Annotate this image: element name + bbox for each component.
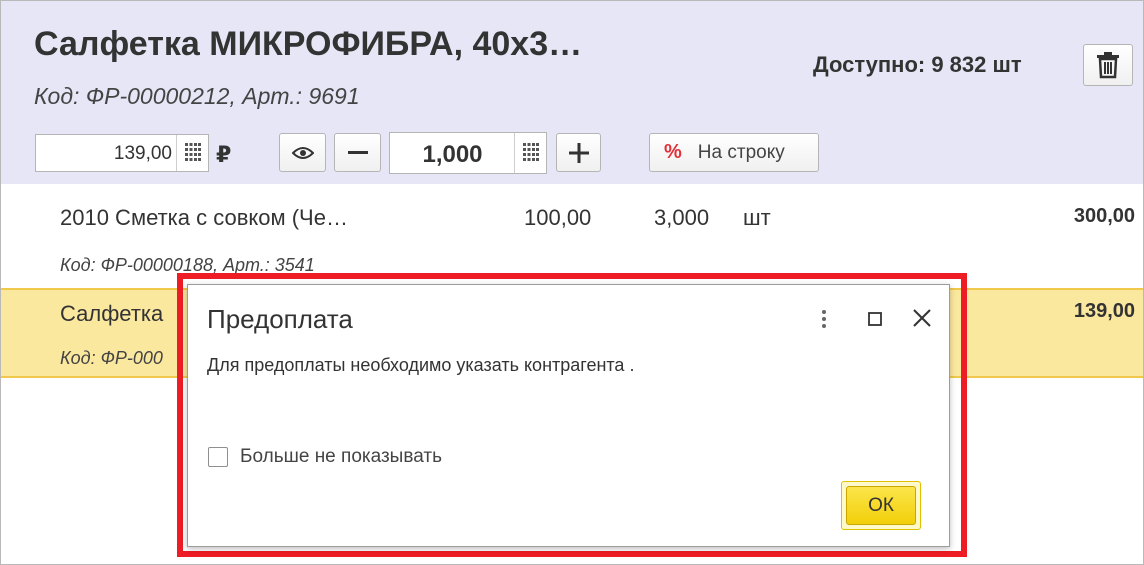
plus-icon: [568, 142, 589, 163]
item-name: 2010 Сметка с совком (Че…: [60, 205, 348, 230]
prepayment-dialog: Предоплата Для предоплаты необходимо ука…: [187, 284, 950, 547]
dialog-close-button[interactable]: [909, 305, 935, 331]
maximize-icon: [868, 312, 882, 326]
eye-icon: [291, 146, 314, 159]
more-vertical-icon: [822, 310, 826, 328]
item-price: 100,00: [524, 205, 592, 230]
item-code: Код: ФР-000: [60, 348, 163, 368]
view-button[interactable]: [279, 133, 326, 172]
quantity-calculator-button[interactable]: [514, 133, 546, 173]
app-window: Салфетка МИКРОФИБРА, 40х3… Код: ФР-00000…: [0, 0, 1144, 565]
increment-button[interactable]: [556, 133, 601, 172]
ok-button[interactable]: ОК: [841, 481, 921, 530]
trash-icon: [1097, 52, 1119, 79]
item-quantity: 3,000: [654, 205, 710, 230]
currency-symbol: ₽: [216, 142, 232, 167]
product-title: Салфетка МИКРОФИБРА, 40х3…: [34, 25, 583, 63]
price-input[interactable]: 139,00: [35, 134, 209, 172]
item-name: Салфетка: [60, 301, 164, 326]
dialog-title: Предоплата: [207, 304, 353, 334]
quantity-input[interactable]: 1,000: [389, 132, 547, 174]
price-calculator-button[interactable]: [176, 135, 208, 171]
dont-show-again-option[interactable]: Больше не показывать: [208, 446, 442, 468]
percent-icon: %: [664, 141, 682, 163]
dont-show-again-checkbox[interactable]: [208, 447, 228, 467]
item-sum: 300,00: [1073, 205, 1135, 227]
decrement-button[interactable]: [334, 133, 381, 172]
item-sum: 139,00: [1073, 300, 1135, 322]
available-stock: Доступно: 9 832 шт: [813, 52, 1022, 77]
delete-button[interactable]: [1083, 44, 1133, 86]
apply-discount-to-row-label: На строку: [697, 141, 785, 163]
close-icon: [913, 309, 931, 327]
price-value: 139,00: [113, 143, 172, 164]
apply-discount-to-row-button[interactable]: % На строку: [649, 133, 819, 172]
dialog-message: Для предоплаты необходимо указать контра…: [207, 355, 635, 375]
dialog-maximize-button[interactable]: [865, 307, 885, 331]
ok-button-label: ОК: [846, 486, 916, 525]
quantity-value: 1,000: [422, 141, 483, 168]
dont-show-again-label: Больше не показывать: [240, 446, 442, 467]
calculator-grid-icon: [184, 143, 201, 161]
product-header-panel: Салфетка МИКРОФИБРА, 40х3… Код: ФР-00000…: [1, 1, 1143, 184]
list-item[interactable]: 2010 Сметка с совком (Че… Код: ФР-000001…: [1, 191, 1143, 286]
item-unit: шт: [743, 205, 771, 230]
dialog-more-button[interactable]: [816, 307, 832, 331]
calculator-grid-icon: [522, 143, 539, 161]
minus-icon: [347, 150, 368, 154]
product-code: Код: ФР-00000212, Арт.: 9691: [34, 83, 360, 109]
